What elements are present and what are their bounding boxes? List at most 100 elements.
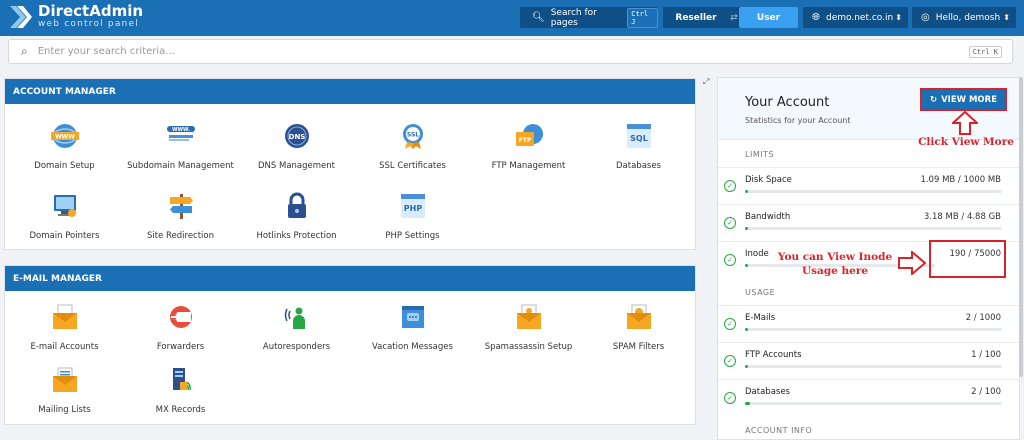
usage-row-databases: ✓ Databases 2 / 100 — [718, 379, 1019, 416]
mailing-list-icon — [49, 366, 81, 394]
subdomain-management-item[interactable]: WWW. Subdomain Management — [123, 122, 238, 173]
search-pages-label: Search for pages — [550, 7, 597, 28]
hotlinks-protection-item[interactable]: Hotlinks Protection — [239, 192, 354, 243]
your-account-title: Your Account — [745, 95, 830, 110]
main-search-bar[interactable]: ⌕ Ctrl K — [8, 39, 1013, 64]
search-pages-button[interactable]: 🔍︎ Search for pages Ctrl J — [520, 7, 658, 28]
your-account-subtitle: Statistics for your Account — [745, 116, 851, 125]
role-reseller-button[interactable]: Reseller — [663, 7, 729, 28]
ssl-certificates-item[interactable]: SSL SSL Certificates — [355, 122, 470, 173]
limit-row-bandwidth: ✓ Bandwidth 3.18 MB / 4.88 GB — [718, 204, 1019, 241]
domain-pointer-icon — [49, 192, 81, 220]
php-icon: PHP — [397, 192, 429, 220]
usage-section-label: USAGE — [745, 288, 776, 297]
usage-row-emails: ✓ E-Mails 2 / 1000 — [718, 305, 1019, 342]
user-menu[interactable]: ◎ Hello, demosh ⬍ — [912, 7, 1016, 28]
check-circle-icon: ✓ — [724, 318, 736, 330]
chevron-updown-icon: ⬍ — [1003, 13, 1010, 22]
dns-management-item[interactable]: DNS DNS Management — [239, 122, 354, 173]
check-circle-icon: ✓ — [724, 217, 736, 229]
check-circle-icon: ✓ — [724, 355, 736, 367]
forward-icon — [165, 303, 197, 331]
arrow-right-annotation-icon — [898, 251, 926, 275]
vacation-icon — [397, 303, 429, 331]
forwarders-item[interactable]: Forwarders — [123, 303, 238, 354]
directadmin-logo-icon — [8, 4, 32, 30]
svg-text:FTP: FTP — [518, 137, 531, 144]
logo[interactable]: DirectAdmin web control panel — [8, 4, 143, 30]
svg-text:WWW.: WWW. — [171, 127, 189, 133]
spam-filter-icon — [623, 303, 655, 331]
email-accounts-item[interactable]: E-mail Accounts — [7, 303, 122, 354]
search-icon: 🔍︎ — [532, 12, 545, 23]
domain-label: demo.net.co.in — [826, 12, 894, 23]
click-view-more-annotation: Click View More — [918, 136, 1014, 148]
sql-database-icon: SQL — [623, 122, 655, 150]
vacation-messages-item[interactable]: Vacation Messages — [355, 303, 470, 354]
progress-bar — [745, 365, 1002, 368]
svg-text:PHP: PHP — [403, 204, 422, 213]
spam-envelope-icon — [513, 303, 545, 331]
email-manager-panel: E-MAIL MANAGER E-mail Accounts Forwarder… — [4, 265, 696, 425]
account-manager-panel: ACCOUNT MANAGER WWW Domain Setup WWW. Su… — [4, 78, 696, 250]
ftp-management-item[interactable]: FTP FTP Management — [471, 122, 586, 173]
progress-bar — [745, 190, 1002, 193]
signpost-icon — [165, 192, 197, 220]
check-circle-icon: ✓ — [724, 392, 736, 404]
svg-text:DNS: DNS — [288, 133, 305, 141]
top-bar: DirectAdmin web control panel 🔍︎ Search … — [0, 0, 1024, 36]
check-circle-icon: ✓ — [724, 254, 736, 266]
external-link-icon: ↻ — [929, 94, 938, 105]
mx-records-item[interactable]: MX Records — [123, 366, 238, 417]
inode-annotation: You can View Inode Usage here — [777, 251, 893, 277]
www-globe-icon: WWW — [49, 122, 81, 150]
svg-text:SQL: SQL — [630, 134, 648, 143]
search-shortcut: Ctrl J — [627, 7, 658, 28]
site-redirection-item[interactable]: Site Redirection — [123, 192, 238, 243]
domain-pointers-item[interactable]: Domain Pointers — [7, 192, 122, 243]
spamassassin-setup-item[interactable]: Spamassassin Setup — [471, 303, 586, 354]
view-more-button[interactable]: ↻ VIEW MORE — [920, 88, 1007, 111]
usage-row-ftp-accounts: ✓ FTP Accounts 1 / 100 — [718, 342, 1019, 379]
arrow-up-annotation-icon — [952, 111, 978, 135]
dns-icon: DNS — [281, 122, 313, 150]
globe-icon: 🌐︎ — [812, 12, 820, 23]
user-greeting: Hello, demosh — [935, 12, 1001, 23]
swap-arrows-icon: ⇄ — [730, 12, 738, 23]
search-shortcut: Ctrl K — [968, 45, 1002, 58]
domain-selector[interactable]: 🌐︎ demo.net.co.in ⬍ — [803, 7, 908, 28]
limits-section-label: LIMITS — [745, 150, 775, 159]
databases-item[interactable]: SQL Databases — [581, 122, 696, 173]
check-circle-icon: ✓ — [724, 180, 736, 192]
progress-bar — [745, 227, 1002, 230]
mailing-lists-item[interactable]: Mailing Lists — [7, 366, 122, 417]
chevron-updown-icon: ⬍ — [895, 13, 902, 22]
progress-bar — [745, 402, 1002, 405]
subdomain-icon: WWW. — [165, 122, 197, 150]
domain-setup-item[interactable]: WWW Domain Setup — [7, 122, 122, 173]
search-input[interactable] — [37, 46, 938, 57]
inode-highlight-box — [929, 240, 1006, 278]
svg-text:SSL: SSL — [406, 132, 418, 139]
role-switch[interactable]: Reseller ⇄ User — [663, 7, 798, 28]
scrollbar[interactable] — [1019, 77, 1023, 377]
svg-text:WWW: WWW — [55, 134, 75, 141]
ssl-badge-icon: SSL — [397, 122, 429, 150]
php-settings-item[interactable]: PHP PHP Settings — [355, 192, 470, 243]
spam-filters-item[interactable]: SPAM Filters — [581, 303, 696, 354]
brand-title: DirectAdmin — [38, 2, 144, 20]
panel-title: ACCOUNT MANAGER — [5, 79, 695, 104]
autoresponder-icon — [281, 303, 313, 331]
mx-records-icon — [165, 366, 197, 394]
role-user-button[interactable]: User — [739, 7, 798, 28]
brand-subtitle: web control panel — [38, 19, 139, 29]
limit-row-disk-space: ✓ Disk Space 1.09 MB / 1000 MB — [718, 167, 1019, 204]
account-info-section-label: ACCOUNT INFO — [745, 426, 813, 435]
ftp-folder-icon: FTP — [513, 122, 545, 150]
panel-title: E-MAIL MANAGER — [5, 266, 695, 291]
expand-icon[interactable]: ⤢ — [703, 77, 709, 87]
user-icon: ◎ — [921, 12, 930, 23]
autoresponders-item[interactable]: Autoresponders — [239, 303, 354, 354]
lock-icon — [281, 192, 313, 220]
search-icon: ⌕ — [21, 44, 28, 58]
